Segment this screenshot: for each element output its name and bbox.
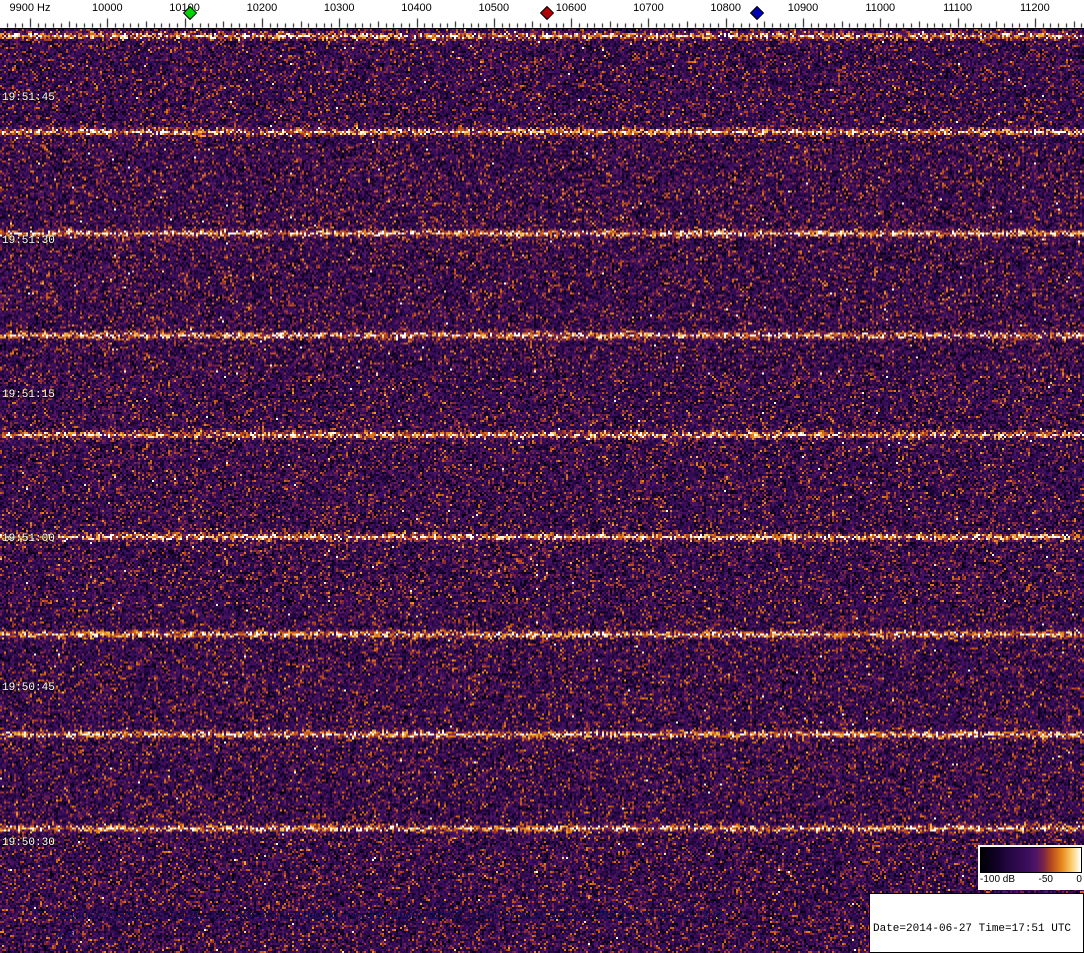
freq-tick-label: 11100 xyxy=(943,2,973,14)
colorbar-max-label: 0 xyxy=(1076,874,1082,885)
freq-tick-label: 10600 xyxy=(555,2,587,14)
time-tick-label: 19:50:45 xyxy=(2,682,55,694)
spectrogram-area: 19:51:45 19:51:30 19:51:15 19:51:00 19:50:45… xyxy=(0,29,1084,953)
time-tick-label: 19:51:30 xyxy=(2,235,55,247)
freq-tick-label: 10900 xyxy=(787,2,819,14)
freq-tick-label: 10700 xyxy=(633,2,664,14)
freq-tick-label: 11200 xyxy=(1020,2,1050,14)
time-tick-label: 19:51:15 xyxy=(2,389,55,401)
info-box: Date=2014-06-27 Time=17:51 UTC Freq=143 … xyxy=(869,893,1084,953)
freq-tick-label: 10400 xyxy=(401,2,432,14)
info-date-line: Date=2014-06-27 Time=17:51 UTC xyxy=(873,923,1072,935)
time-tick-label: 19:51:00 xyxy=(2,533,55,545)
freq-tick-label: 10000 xyxy=(92,2,123,14)
time-tick-label: 19:51:45 xyxy=(2,92,55,104)
frequency-ruler: 9900 Hz 10000 10100 10200 10300 10400 10500 106… xyxy=(0,0,1084,29)
spectrogram-canvas xyxy=(0,29,1084,953)
freq-tick-label: 9900 Hz xyxy=(9,2,51,14)
freq-tick-label: 11000 xyxy=(865,2,896,14)
colorbar-gradient xyxy=(980,847,1082,873)
freq-tick-label: 10200 xyxy=(246,2,278,14)
meteor-spectrogram-app: 9900 Hz 10000 10100 10200 10300 10400 10500 106… xyxy=(0,0,1084,953)
colorbar-labels: -100 dB -50 0 xyxy=(980,873,1082,886)
time-tick-label: 19:50:30 xyxy=(2,837,55,849)
colorbar: -100 dB -50 0 xyxy=(978,845,1084,890)
freq-tick-label: 10500 xyxy=(478,2,510,14)
bottom-left-label: (f26 xyxy=(55,930,74,942)
colorbar-min-label: -100 dB xyxy=(980,874,1016,885)
freq-tick-label: 10800 xyxy=(710,2,741,14)
event-annotation: 20140627175020416 hCnt21 nb-83 f10607 hi… xyxy=(57,910,723,922)
colorbar-mid-label: -50 xyxy=(1038,874,1053,885)
freq-tick-label: 10300 xyxy=(323,2,355,14)
